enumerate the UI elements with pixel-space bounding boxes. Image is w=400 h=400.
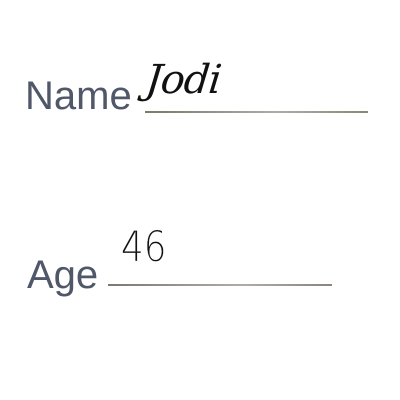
name-label: Name	[25, 74, 132, 118]
age-underline	[108, 284, 332, 286]
age-handwritten-value[interactable]: 46	[121, 225, 167, 268]
name-underline	[145, 111, 368, 113]
age-label: Age	[27, 253, 99, 297]
name-handwritten-value[interactable]: Jodi	[144, 57, 223, 103]
